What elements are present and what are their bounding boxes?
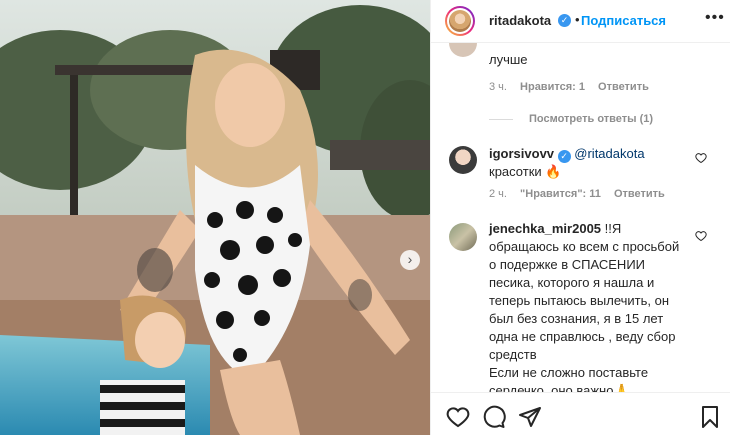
post-header: ritadakota ✓ • Подписаться ••• — [431, 0, 730, 43]
verified-badge-icon: ✓ — [557, 150, 571, 163]
replies-divider — [489, 118, 513, 120]
verified-badge-icon: ✓ — [558, 14, 571, 27]
comment-line: о подержке в СПАСЕНИИ — [489, 257, 646, 272]
comment-like-heart-icon[interactable] — [695, 230, 707, 242]
share-icon[interactable] — [518, 405, 542, 429]
more-options-icon[interactable]: ••• — [705, 9, 725, 27]
comment-likes[interactable]: "Нравится": 11 — [520, 188, 601, 200]
post-image — [0, 0, 430, 435]
commenter-avatar[interactable] — [449, 43, 477, 57]
comment-text: лучше — [489, 52, 528, 67]
heart-icon[interactable] — [446, 405, 470, 429]
comment-like-heart-icon[interactable] — [695, 152, 707, 164]
reply-button[interactable]: Ответить — [598, 81, 649, 93]
commenter-avatar[interactable] — [449, 223, 477, 251]
comment-time: 2 ч. — [489, 188, 507, 200]
comment-line: обращаюсь ко всем с просьбой — [489, 239, 680, 254]
comments-list: лучше 3 ч. Нравится: 1 Ответить Посмотре… — [431, 43, 730, 392]
comment-line: сердечко, оно важно🙏 — [489, 383, 630, 392]
comment-text: красотки 🔥 — [489, 164, 562, 179]
follow-button[interactable]: Подписаться — [581, 13, 666, 28]
comment-icon[interactable] — [482, 405, 506, 429]
comment-meta: 2 ч. "Нравится": 11 Ответить — [489, 188, 675, 200]
commenter-avatar[interactable] — [449, 146, 477, 174]
comment-body: jenechka_mir2005 !!Я обращаюсь ко всем с… — [489, 220, 689, 392]
comment-line: теперь пытаюсь вылечить, он — [489, 293, 670, 308]
comment-line: песика, которого я нашла и — [489, 275, 655, 290]
comment-likes[interactable]: Нравится: 1 — [520, 81, 585, 93]
comment-line: !!Я — [604, 221, 622, 236]
author-username[interactable]: ritadakota — [489, 13, 551, 28]
next-photo-button[interactable]: › — [400, 250, 420, 270]
comment-mention[interactable]: @ritadakota — [574, 146, 644, 161]
header-separator: • — [575, 12, 580, 27]
comment-meta: 3 ч. Нравится: 1 Ответить — [489, 81, 659, 93]
comment-time: 3 ч. — [489, 81, 507, 93]
post-actions-bar — [431, 392, 730, 436]
bookmark-icon[interactable] — [698, 405, 722, 429]
view-replies-button[interactable]: Посмотреть ответы (1) — [489, 113, 653, 125]
comment-body: igorsivovv ✓ @ritadakota красотки 🔥 — [489, 145, 689, 181]
comment-line: Если не сложно поставьте — [489, 365, 649, 380]
comment-line: одна не справлюсь , веду сбор — [489, 329, 676, 344]
commenter-username[interactable]: igorsivovv — [489, 146, 554, 161]
post-photo[interactable]: › — [0, 0, 430, 435]
author-avatar[interactable] — [445, 6, 475, 36]
comment-line: был без сознания, я в 15 лет — [489, 311, 664, 326]
comment-line: средств — [489, 347, 537, 362]
reply-button[interactable]: Ответить — [614, 188, 665, 200]
post-side-panel: ritadakota ✓ • Подписаться ••• лучше 3 ч… — [430, 0, 730, 435]
view-replies-label: Посмотреть ответы (1) — [529, 113, 654, 125]
commenter-username[interactable]: jenechka_mir2005 — [489, 221, 601, 236]
